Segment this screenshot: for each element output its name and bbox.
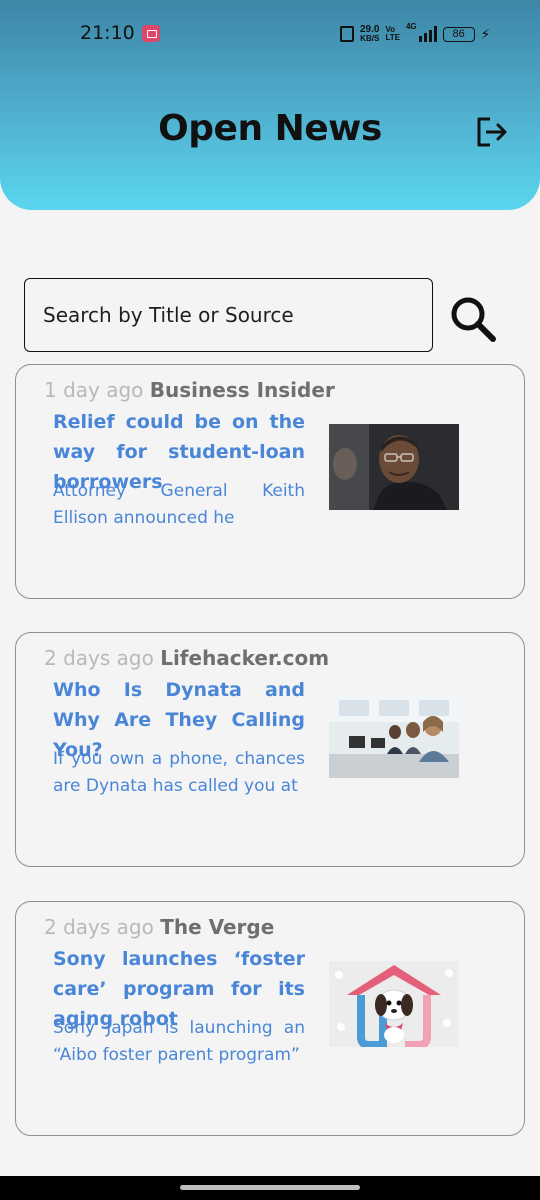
article-meta: 1 day ago Business Insider bbox=[44, 378, 335, 402]
article-description: Attorney General Keith Ellison announced… bbox=[53, 481, 305, 528]
article-thumbnail bbox=[329, 961, 459, 1047]
search-icon[interactable] bbox=[448, 294, 498, 344]
page-title: Open News bbox=[158, 108, 382, 149]
article-source: Business Insider bbox=[149, 378, 335, 402]
logout-icon[interactable] bbox=[474, 114, 510, 150]
article-time: 1 day ago bbox=[44, 378, 144, 402]
system-nav-bar bbox=[0, 1176, 540, 1200]
article-meta: 2 days ago Lifehacker.com bbox=[44, 646, 329, 670]
signal-icon bbox=[418, 26, 437, 42]
article-description: Sony Japan is launching an “Aibo foster … bbox=[53, 1018, 305, 1065]
volte-indicator: Vo LTE bbox=[385, 26, 400, 42]
screen-record-icon bbox=[142, 25, 160, 42]
status-time: 21:10 bbox=[80, 22, 135, 44]
article-meta: 2 days ago The Verge bbox=[44, 915, 274, 939]
status-icons: 29.0 KB/S Vo LTE 4G 86 ⚡ bbox=[340, 22, 491, 46]
network-type: 4G bbox=[405, 22, 417, 31]
status-bar: 21:10 29.0 KB/S Vo LTE 4G 86 ⚡ bbox=[0, 0, 540, 56]
battery-level: 86 bbox=[442, 26, 475, 42]
volte-bottom: LTE bbox=[385, 33, 400, 42]
net-speed: 29.0 KB/S bbox=[360, 25, 380, 44]
article-card[interactable]: 1 day ago Business Insider Relief could … bbox=[15, 364, 525, 599]
charging-icon: ⚡ bbox=[480, 25, 491, 42]
article-thumbnail bbox=[329, 424, 459, 510]
home-gesture-handle[interactable] bbox=[180, 1185, 360, 1190]
article-thumbnail bbox=[329, 692, 459, 778]
article-card[interactable]: 2 days ago The Verge Sony launches ‘fost… bbox=[15, 901, 525, 1136]
article-source: Lifehacker.com bbox=[160, 646, 330, 670]
app-header: 21:10 29.0 KB/S Vo LTE 4G 86 ⚡ Open News bbox=[0, 0, 540, 210]
vibrate-icon bbox=[340, 26, 354, 42]
article-description: If you own a phone, chances are Dynata h… bbox=[53, 749, 305, 796]
article-time: 2 days ago bbox=[44, 646, 154, 670]
article-source: The Verge bbox=[160, 915, 275, 939]
net-speed-unit: KB/S bbox=[360, 34, 380, 43]
search-input[interactable] bbox=[24, 278, 433, 352]
article-card[interactable]: 2 days ago Lifehacker.com Who Is Dynata … bbox=[15, 632, 525, 867]
article-time: 2 days ago bbox=[44, 915, 154, 939]
